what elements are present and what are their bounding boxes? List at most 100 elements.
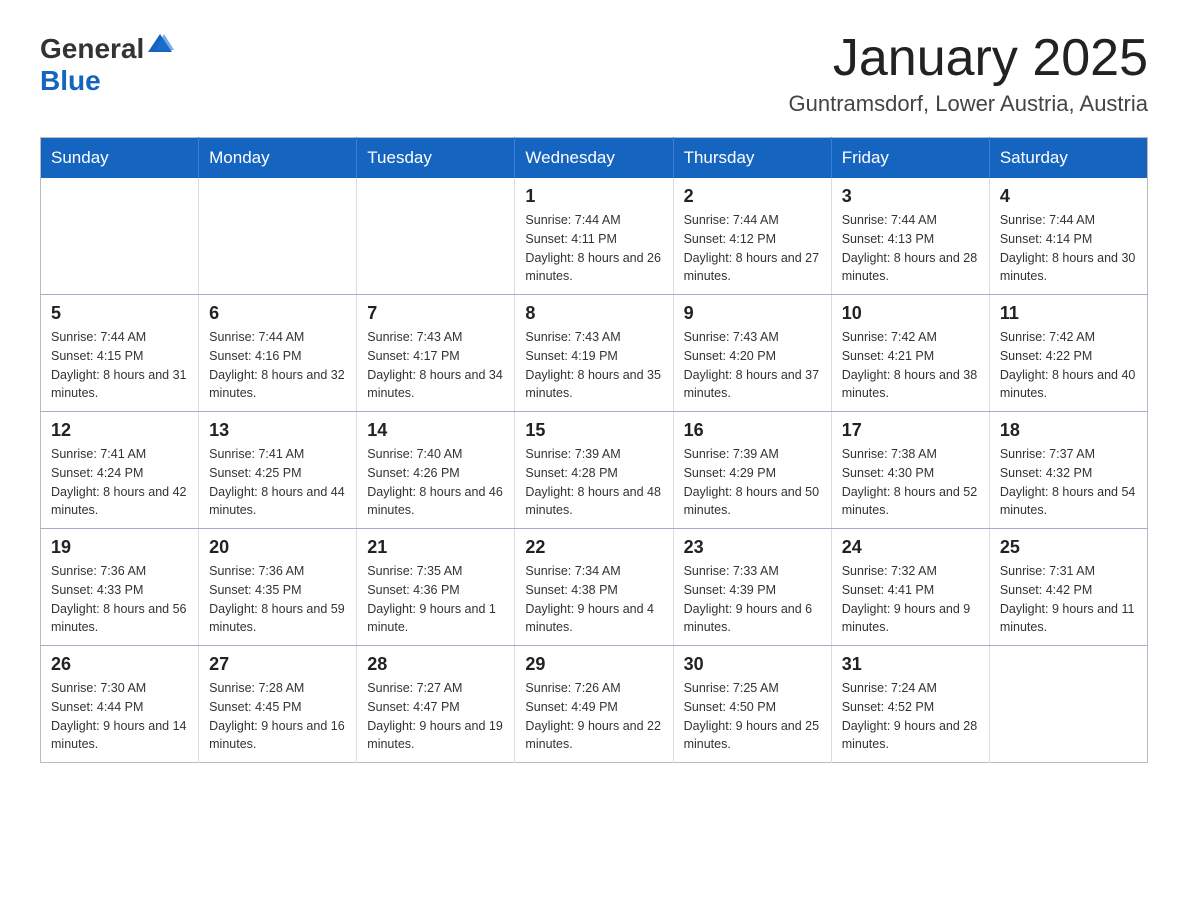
day-number: 12 — [51, 420, 188, 441]
calendar-cell: 3 Sunrise: 7:44 AM Sunset: 4:13 PM Daylig… — [831, 178, 989, 295]
day-info: Sunrise: 7:42 AM Sunset: 4:22 PM Dayligh… — [1000, 328, 1137, 403]
calendar-cell: 17Sunrise: 7:38 AM Sunset: 4:30 PM Dayli… — [831, 412, 989, 529]
calendar-header: SundayMondayTuesdayWednesdayThursdayFrid… — [41, 138, 1148, 179]
week-row-2: 5 Sunrise: 7:44 AM Sunset: 4:15 PM Daylig… — [41, 295, 1148, 412]
day-info: Sunrise: 7:42 AM Sunset: 4:21 PM Dayligh… — [842, 328, 979, 403]
day-number: 30 — [684, 654, 821, 675]
calendar-cell — [41, 178, 199, 295]
logo-icon — [146, 30, 174, 58]
day-info: Sunrise: 7:44 AM Sunset: 4:16 PM Dayligh… — [209, 328, 346, 403]
day-number: 19 — [51, 537, 188, 558]
calendar-cell: 6 Sunrise: 7:44 AM Sunset: 4:16 PM Daylig… — [199, 295, 357, 412]
day-number: 13 — [209, 420, 346, 441]
day-info: Sunrise: 7:43 AM Sunset: 4:17 PM Dayligh… — [367, 328, 504, 403]
calendar-cell: 25Sunrise: 7:31 AM Sunset: 4:42 PM Dayli… — [989, 529, 1147, 646]
calendar-cell: 7Sunrise: 7:43 AM Sunset: 4:17 PM Daylig… — [357, 295, 515, 412]
day-info: Sunrise: 7:44 AM Sunset: 4:15 PM Dayligh… — [51, 328, 188, 403]
calendar-cell: 5 Sunrise: 7:44 AM Sunset: 4:15 PM Daylig… — [41, 295, 199, 412]
calendar-cell: 29 Sunrise: 7:26 AM Sunset: 4:49 PM Dayli… — [515, 646, 673, 763]
day-number: 20 — [209, 537, 346, 558]
calendar-cell: 26Sunrise: 7:30 AM Sunset: 4:44 PM Dayli… — [41, 646, 199, 763]
calendar-body: 1 Sunrise: 7:44 AM Sunset: 4:11 PM Daylig… — [41, 178, 1148, 763]
day-number: 27 — [209, 654, 346, 675]
calendar-cell: 18Sunrise: 7:37 AM Sunset: 4:32 PM Dayli… — [989, 412, 1147, 529]
calendar-cell: 16 Sunrise: 7:39 AM Sunset: 4:29 PM Dayli… — [673, 412, 831, 529]
calendar-cell: 31Sunrise: 7:24 AM Sunset: 4:52 PM Dayli… — [831, 646, 989, 763]
day-number: 11 — [1000, 303, 1137, 324]
calendar-cell — [989, 646, 1147, 763]
header-cell-wednesday: Wednesday — [515, 138, 673, 179]
calendar-cell: 12 Sunrise: 7:41 AM Sunset: 4:24 PM Dayli… — [41, 412, 199, 529]
day-number: 16 — [684, 420, 821, 441]
logo-text: General Blue — [40, 30, 174, 97]
day-number: 17 — [842, 420, 979, 441]
calendar-cell: 28 Sunrise: 7:27 AM Sunset: 4:47 PM Dayli… — [357, 646, 515, 763]
day-info: Sunrise: 7:39 AM Sunset: 4:29 PM Dayligh… — [684, 445, 821, 520]
week-row-3: 12 Sunrise: 7:41 AM Sunset: 4:24 PM Dayli… — [41, 412, 1148, 529]
day-number: 2 — [684, 186, 821, 207]
header-row: SundayMondayTuesdayWednesdayThursdayFrid… — [41, 138, 1148, 179]
day-number: 22 — [525, 537, 662, 558]
week-row-4: 19 Sunrise: 7:36 AM Sunset: 4:33 PM Dayli… — [41, 529, 1148, 646]
calendar-cell: 30 Sunrise: 7:25 AM Sunset: 4:50 PM Dayli… — [673, 646, 831, 763]
page-header: General Blue January 2025 Guntramsdorf, … — [40, 30, 1148, 117]
logo[interactable]: General Blue — [40, 30, 174, 97]
day-number: 8 — [525, 303, 662, 324]
week-row-5: 26Sunrise: 7:30 AM Sunset: 4:44 PM Dayli… — [41, 646, 1148, 763]
day-number: 1 — [525, 186, 662, 207]
day-number: 14 — [367, 420, 504, 441]
day-number: 4 — [1000, 186, 1137, 207]
day-number: 29 — [525, 654, 662, 675]
day-info: Sunrise: 7:44 AM Sunset: 4:11 PM Dayligh… — [525, 211, 662, 286]
day-number: 23 — [684, 537, 821, 558]
day-number: 21 — [367, 537, 504, 558]
calendar-table: SundayMondayTuesdayWednesdayThursdayFrid… — [40, 137, 1148, 763]
day-info: Sunrise: 7:36 AM Sunset: 4:33 PM Dayligh… — [51, 562, 188, 637]
day-number: 15 — [525, 420, 662, 441]
day-info: Sunrise: 7:24 AM Sunset: 4:52 PM Dayligh… — [842, 679, 979, 754]
location-title: Guntramsdorf, Lower Austria, Austria — [789, 91, 1149, 117]
day-info: Sunrise: 7:41 AM Sunset: 4:25 PM Dayligh… — [209, 445, 346, 520]
calendar-cell: 15 Sunrise: 7:39 AM Sunset: 4:28 PM Dayli… — [515, 412, 673, 529]
title-block: January 2025 Guntramsdorf, Lower Austria… — [789, 30, 1149, 117]
day-number: 3 — [842, 186, 979, 207]
day-info: Sunrise: 7:26 AM Sunset: 4:49 PM Dayligh… — [525, 679, 662, 754]
day-info: Sunrise: 7:41 AM Sunset: 4:24 PM Dayligh… — [51, 445, 188, 520]
day-number: 24 — [842, 537, 979, 558]
calendar-cell: 24Sunrise: 7:32 AM Sunset: 4:41 PM Dayli… — [831, 529, 989, 646]
day-info: Sunrise: 7:44 AM Sunset: 4:13 PM Dayligh… — [842, 211, 979, 286]
calendar-cell: 27Sunrise: 7:28 AM Sunset: 4:45 PM Dayli… — [199, 646, 357, 763]
calendar-cell: 23Sunrise: 7:33 AM Sunset: 4:39 PM Dayli… — [673, 529, 831, 646]
day-number: 10 — [842, 303, 979, 324]
calendar-cell: 2 Sunrise: 7:44 AM Sunset: 4:12 PM Daylig… — [673, 178, 831, 295]
day-info: Sunrise: 7:25 AM Sunset: 4:50 PM Dayligh… — [684, 679, 821, 754]
month-title: January 2025 — [789, 30, 1149, 87]
calendar-cell: 22 Sunrise: 7:34 AM Sunset: 4:38 PM Dayli… — [515, 529, 673, 646]
day-number: 9 — [684, 303, 821, 324]
day-info: Sunrise: 7:40 AM Sunset: 4:26 PM Dayligh… — [367, 445, 504, 520]
header-cell-sunday: Sunday — [41, 138, 199, 179]
day-info: Sunrise: 7:27 AM Sunset: 4:47 PM Dayligh… — [367, 679, 504, 754]
week-row-1: 1 Sunrise: 7:44 AM Sunset: 4:11 PM Daylig… — [41, 178, 1148, 295]
day-info: Sunrise: 7:43 AM Sunset: 4:20 PM Dayligh… — [684, 328, 821, 403]
header-cell-saturday: Saturday — [989, 138, 1147, 179]
header-cell-tuesday: Tuesday — [357, 138, 515, 179]
day-number: 28 — [367, 654, 504, 675]
day-number: 5 — [51, 303, 188, 324]
day-info: Sunrise: 7:44 AM Sunset: 4:12 PM Dayligh… — [684, 211, 821, 286]
day-info: Sunrise: 7:34 AM Sunset: 4:38 PM Dayligh… — [525, 562, 662, 637]
calendar-cell: 13 Sunrise: 7:41 AM Sunset: 4:25 PM Dayli… — [199, 412, 357, 529]
calendar-cell: 20Sunrise: 7:36 AM Sunset: 4:35 PM Dayli… — [199, 529, 357, 646]
day-info: Sunrise: 7:31 AM Sunset: 4:42 PM Dayligh… — [1000, 562, 1137, 637]
day-number: 6 — [209, 303, 346, 324]
calendar-cell: 11 Sunrise: 7:42 AM Sunset: 4:22 PM Dayli… — [989, 295, 1147, 412]
logo-general: General — [40, 33, 144, 64]
header-cell-thursday: Thursday — [673, 138, 831, 179]
calendar-cell: 19 Sunrise: 7:36 AM Sunset: 4:33 PM Dayli… — [41, 529, 199, 646]
calendar-cell: 21Sunrise: 7:35 AM Sunset: 4:36 PM Dayli… — [357, 529, 515, 646]
day-info: Sunrise: 7:44 AM Sunset: 4:14 PM Dayligh… — [1000, 211, 1137, 286]
day-info: Sunrise: 7:39 AM Sunset: 4:28 PM Dayligh… — [525, 445, 662, 520]
day-number: 18 — [1000, 420, 1137, 441]
header-cell-friday: Friday — [831, 138, 989, 179]
calendar-cell: 8Sunrise: 7:43 AM Sunset: 4:19 PM Daylig… — [515, 295, 673, 412]
